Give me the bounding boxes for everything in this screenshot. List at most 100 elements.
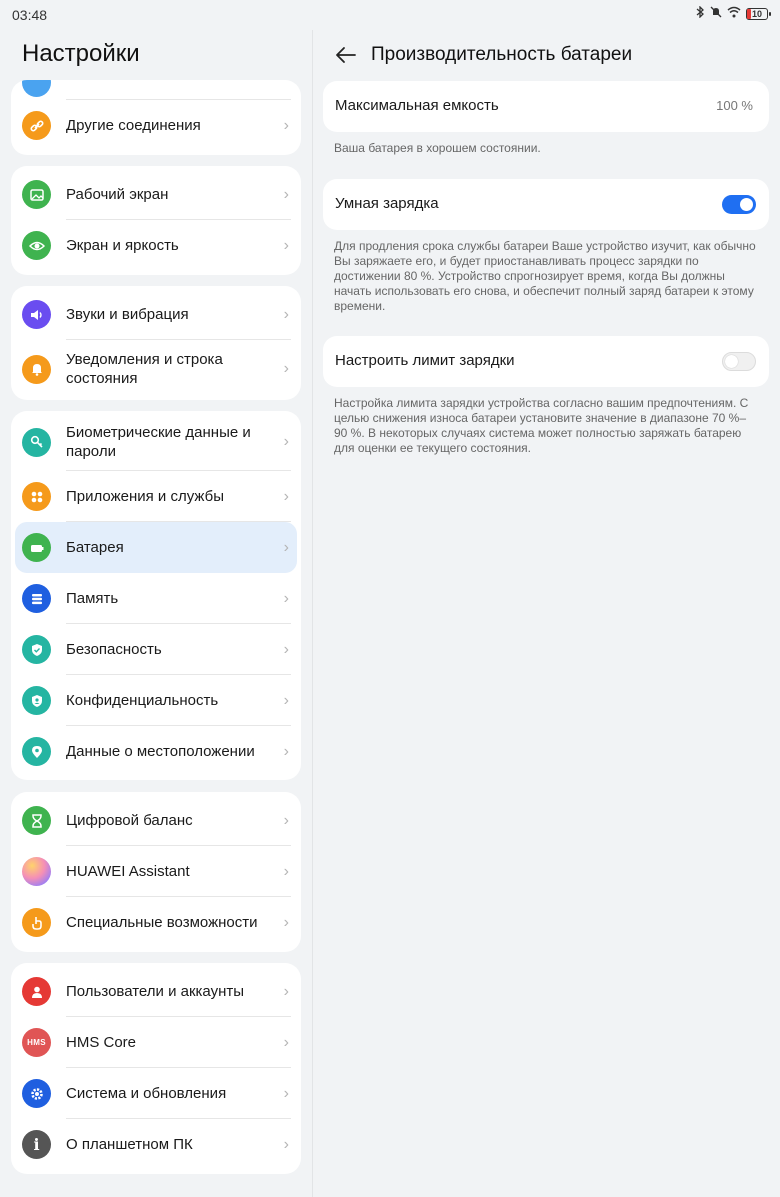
settings-item-privacy[interactable]: Конфиденциальность › [11, 675, 301, 726]
charge-limit-row[interactable]: Настроить лимит зарядки [323, 336, 769, 387]
chevron-right-icon: › [283, 185, 289, 203]
settings-item-security[interactable]: Безопасность › [11, 624, 301, 675]
settings-group: Цифровой баланс › HUAWEI Assistant › Спе… [11, 792, 301, 952]
settings-item-huawei-assistant[interactable]: HUAWEI Assistant › [11, 846, 301, 897]
gear-icon [22, 1079, 51, 1108]
assistant-icon [22, 857, 51, 886]
partial-icon [22, 80, 51, 97]
settings-item-label: Приложения и службы [66, 488, 224, 505]
charge-limit-toggle[interactable] [722, 352, 756, 371]
chevron-right-icon: › [283, 1033, 289, 1051]
hms-icon: HMS [22, 1028, 51, 1057]
settings-list-pane[interactable]: Настройки Другие соединения › Рабочий эк… [0, 30, 312, 1197]
chevron-right-icon: › [283, 742, 289, 760]
chevron-right-icon: › [283, 1135, 289, 1153]
status-icons: 10 [695, 5, 771, 21]
settings-item-label: Цифровой баланс [66, 812, 193, 829]
settings-item-display[interactable]: Экран и яркость › [11, 220, 301, 271]
chevron-right-icon: › [283, 640, 289, 658]
back-arrow-icon[interactable] [333, 42, 359, 68]
settings-group: Пользователи и аккаунты › HMS HMS Core ›… [11, 963, 301, 1174]
settings-item-label: Другие соединения [66, 117, 201, 134]
settings-item-label: Безопасность [66, 641, 162, 658]
key-icon [22, 427, 51, 457]
settings-item-label: Экран и яркость [66, 237, 179, 254]
settings-group: Другие соединения › [11, 80, 301, 155]
chevron-right-icon: › [283, 487, 289, 505]
chevron-right-icon: › [283, 236, 289, 254]
status-time: 03:48 [12, 7, 48, 23]
battery-indicator: 10 [746, 7, 771, 20]
smart-charging-toggle[interactable] [722, 195, 756, 214]
max-capacity-label: Максимальная емкость [335, 97, 499, 114]
chevron-right-icon: › [283, 116, 289, 134]
settings-item-label: Конфиденциальность [66, 692, 219, 709]
smart-charging-row[interactable]: Умная зарядка [323, 179, 769, 230]
battery-icon [22, 533, 51, 562]
settings-item-location[interactable]: Данные о местоположении › [11, 726, 301, 777]
chevron-right-icon: › [283, 982, 289, 1000]
settings-item-label: Память [66, 590, 119, 607]
settings-item-system-updates[interactable]: Система и обновления › [11, 1068, 301, 1119]
image-icon [22, 180, 51, 209]
detail-header: Производительность батареи [313, 30, 780, 82]
settings-item-other-connections[interactable]: Другие соединения › [11, 100, 301, 151]
bluetooth-icon [695, 5, 705, 21]
settings-item-digital-balance[interactable]: Цифровой баланс › [11, 795, 301, 846]
eye-icon [22, 231, 51, 260]
charge-limit-label: Настроить лимит зарядки [335, 352, 515, 369]
location-icon [22, 737, 51, 766]
hourglass-icon [22, 806, 51, 835]
chevron-right-icon: › [283, 360, 289, 377]
settings-item-storage[interactable]: Память › [11, 573, 301, 624]
settings-item-sounds[interactable]: Звуки и вибрация › [11, 289, 301, 340]
settings-item-users[interactable]: Пользователи и аккаунты › [11, 966, 301, 1017]
wifi-icon [727, 6, 741, 21]
settings-item-label: Специальные возможности [66, 914, 258, 931]
max-capacity-description: Ваша батарея в хорошем состоянии. [334, 141, 541, 155]
speaker-icon [22, 300, 51, 329]
max-capacity-value: 100 % [716, 98, 753, 113]
mute-icon [710, 6, 722, 21]
settings-item-label: Данные о местоположении [66, 743, 255, 760]
chevron-right-icon: › [283, 305, 289, 323]
settings-group: Звуки и вибрация › Уведомления и строка … [11, 286, 301, 400]
chevron-right-icon: › [283, 862, 289, 880]
battery-performance-pane: Производительность батареи Максимальная … [313, 30, 780, 1197]
settings-item-notifications[interactable]: Уведомления и строка состояния › [11, 340, 301, 398]
shield-icon [22, 635, 51, 664]
settings-item-label: Уведомления и строка состояния [66, 351, 223, 387]
privacy-icon [22, 686, 51, 715]
settings-item-label: Система и обновления [66, 1085, 227, 1102]
bell-icon [22, 354, 51, 384]
settings-title: Настройки [22, 40, 140, 67]
storage-icon [22, 584, 51, 613]
chevron-right-icon: › [283, 811, 289, 829]
settings-item-label: Пользователи и аккаунты [66, 983, 245, 1000]
chevron-right-icon: › [283, 691, 289, 709]
status-bar: 03:48 10 [0, 0, 780, 30]
settings-item-label: О планшетном ПК [66, 1136, 193, 1153]
chevron-right-icon: › [283, 433, 289, 450]
settings-group: Биометрические данные и пароли › Приложе… [11, 411, 301, 780]
max-capacity-card: Максимальная емкость 100 % [323, 81, 769, 132]
settings-item-battery[interactable]: Батарея › [15, 522, 297, 573]
hand-icon [22, 908, 51, 937]
settings-item-label: Рабочий экран [66, 186, 169, 203]
settings-item-biometrics[interactable]: Биометрические данные и пароли › [11, 413, 301, 471]
info-icon: i [22, 1130, 51, 1159]
link-icon [22, 111, 51, 140]
settings-item-partial[interactable] [11, 80, 301, 100]
settings-item-label: Звуки и вибрация [66, 306, 189, 323]
charge-limit-description: Настройка лимита зарядки устройства согл… [334, 396, 749, 455]
settings-item-label: Биометрические данные и пароли [66, 424, 251, 460]
chevron-right-icon: › [283, 913, 289, 931]
settings-item-label: HMS Core [66, 1034, 137, 1051]
page-title: Производительность батареи [371, 44, 633, 65]
settings-item-about-tablet[interactable]: i О планшетном ПК › [11, 1119, 301, 1170]
settings-item-accessibility[interactable]: Специальные возможности › [11, 897, 301, 948]
settings-item-hms-core[interactable]: HMS HMS Core › [11, 1017, 301, 1068]
settings-item-home-screen[interactable]: Рабочий экран › [11, 169, 301, 220]
apps-icon [22, 482, 51, 511]
settings-item-apps[interactable]: Приложения и службы › [11, 471, 301, 522]
